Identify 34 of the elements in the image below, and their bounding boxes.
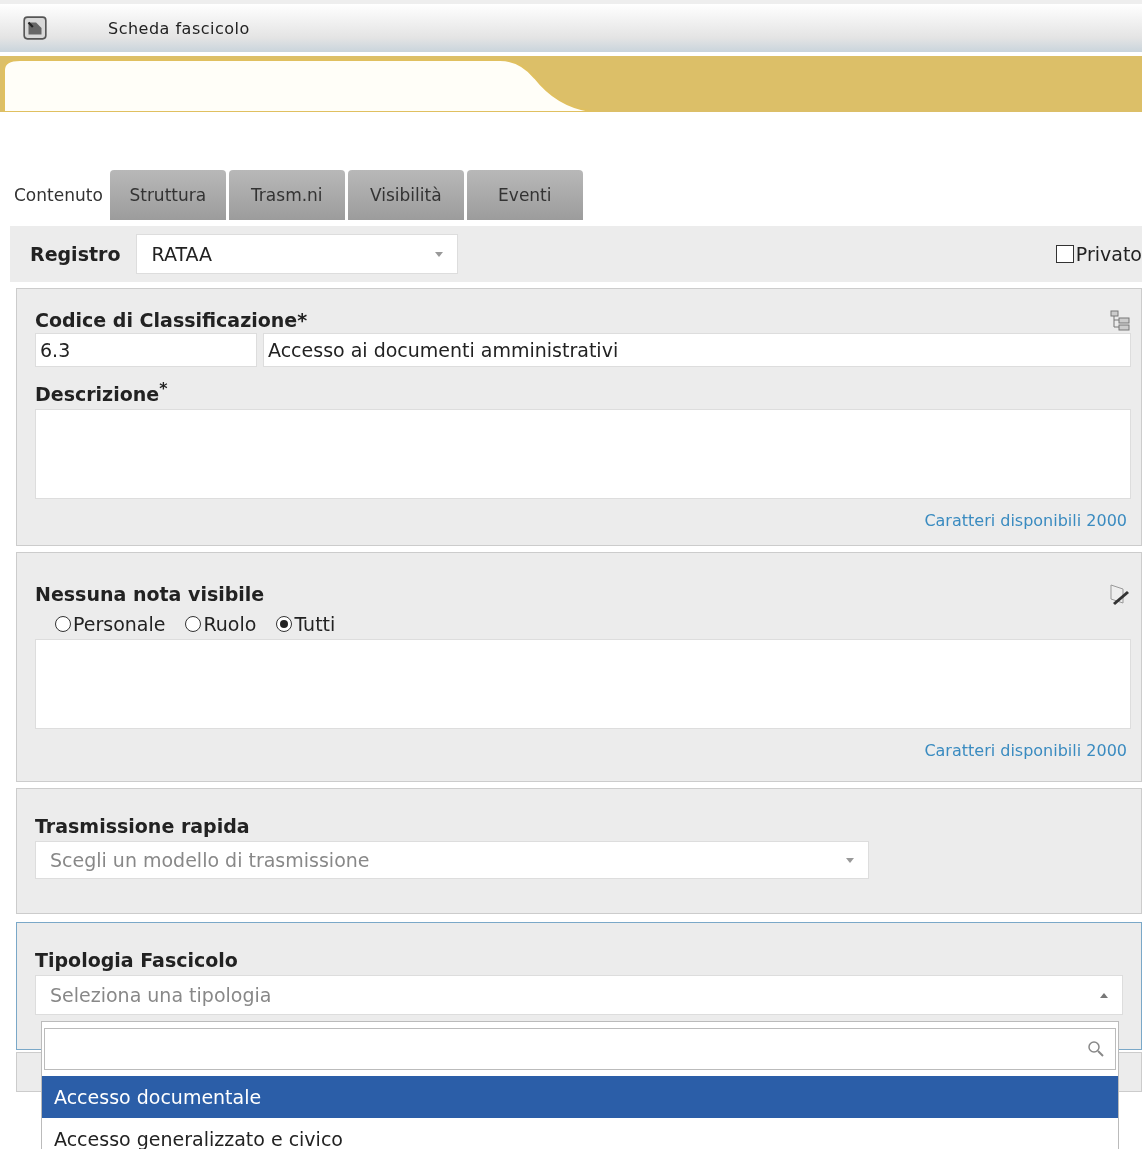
field-label: Descrizione$^{*}$ [35,379,169,406]
field-label: Tipologia Fascicolo [35,949,239,971]
caret-icon [435,251,444,257]
tab[interactable]: Visibilità [347,170,464,220]
transmission-select[interactable]: Scegli un modello di trasmissione [35,841,869,879]
section-title: Nessuna nota visibile [35,583,265,605]
radio-icon[interactable] [55,616,71,632]
caret-icon [846,857,854,863]
window-icon[interactable] [22,15,48,41]
character-counter: Caratteri disponibili 2000 [923,741,1128,760]
caret-icon [1100,992,1108,998]
tab[interactable]: Struttura [109,170,226,220]
tab[interactable]: Trasm.ni [228,170,345,220]
search-field[interactable] [44,1028,1116,1070]
search-icon [1087,1040,1105,1058]
dropdown-option[interactable]: Accesso documentale [42,1076,1118,1118]
privato-checkbox[interactable]: Privato [1055,243,1142,265]
radio-icon[interactable] [185,616,202,632]
tab[interactable]: Eventi [466,170,583,220]
description-field[interactable]: Accesso ai documenti amministrativi [263,333,1131,367]
type-select[interactable]: Seleziona una tipologia [35,975,1123,1015]
field-label: Registro [30,243,121,265]
code-field[interactable]: 6.3 [35,333,257,367]
registro-select[interactable]: RATAA [136,234,459,274]
radio-option[interactable]: Tutti [276,613,336,635]
radio-option[interactable]: Ruolo [185,613,257,635]
window-title: Scheda fascicolo [108,18,250,38]
tree-icon[interactable] [1109,309,1131,331]
checkbox-icon[interactable] [1055,245,1074,263]
radio-option[interactable]: Personale [55,613,166,635]
radio-icon[interactable] [276,616,293,632]
field-label: Codice di Classificazione* [35,309,308,331]
field-label: Trasmissione rapida [35,815,251,837]
character-counter: Caratteri disponibili 2000 [923,511,1128,531]
